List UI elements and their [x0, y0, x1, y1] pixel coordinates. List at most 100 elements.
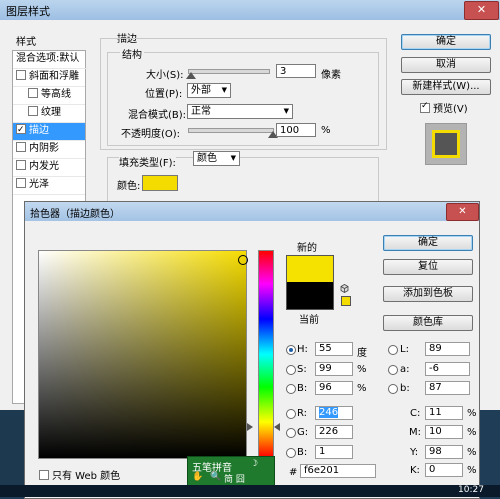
blend-mode-value: 正常 — [191, 106, 211, 117]
style-checkbox[interactable] — [16, 160, 26, 170]
saturation-brightness-field[interactable] — [38, 250, 248, 459]
hex-label: # — [289, 467, 298, 478]
search-icon[interactable]: 🔍 — [210, 472, 221, 482]
current-color-swatch[interactable] — [286, 282, 334, 310]
ok-button[interactable]: 确定 — [383, 235, 473, 251]
hue-slider[interactable] — [258, 250, 274, 458]
reset-button[interactable]: 复位 — [383, 259, 473, 275]
close-button[interactable]: ✕ — [446, 203, 479, 221]
opacity-field[interactable]: 100 — [276, 123, 316, 137]
y-label: Y: — [410, 447, 419, 458]
style-list-item[interactable]: 等高线 — [13, 87, 85, 105]
g-radio[interactable] — [286, 428, 296, 438]
s-radio[interactable] — [286, 365, 296, 375]
hex-field[interactable]: f6e201 — [300, 464, 376, 478]
a-field[interactable]: -6 — [425, 362, 470, 376]
style-list-item-label: 内发光 — [29, 161, 59, 172]
style-list-item-label: 纹理 — [41, 107, 61, 118]
style-list-item[interactable]: 混合选项:默认 — [13, 51, 88, 69]
web-safe-swatch[interactable] — [341, 296, 351, 306]
position-value: 外部 — [191, 85, 211, 96]
opacity-slider[interactable] — [188, 128, 278, 138]
r-field[interactable]: 246 — [315, 406, 353, 420]
blue-radio[interactable] — [286, 448, 296, 458]
l-radio[interactable] — [388, 345, 398, 355]
color-field-cursor[interactable] — [238, 255, 248, 265]
stroke-color-swatch[interactable] — [142, 175, 178, 191]
blend-mode-select[interactable]: 正常 ▼ — [187, 104, 293, 119]
c-field[interactable]: 11 — [425, 406, 463, 420]
lab-b-radio[interactable] — [388, 384, 398, 394]
b-field[interactable]: 96 — [315, 381, 353, 395]
y-field[interactable]: 98 — [425, 445, 463, 459]
b-label: B: — [297, 383, 308, 394]
ok-button[interactable]: 确定 — [401, 34, 491, 50]
style-checkbox[interactable] — [16, 178, 26, 188]
cancel-button[interactable]: 取消 — [401, 57, 491, 73]
web-colors-only-box[interactable] — [39, 470, 49, 480]
s-field[interactable]: 99 — [315, 362, 353, 376]
style-list-item[interactable]: 纹理 — [13, 105, 85, 123]
style-list-item[interactable]: 斜面和浮雕 — [13, 69, 85, 87]
moon-icon[interactable]: ☽ — [250, 459, 258, 469]
preview-checkbox-box[interactable] — [420, 101, 430, 113]
position-select[interactable]: 外部 ▼ — [187, 83, 231, 98]
taskbar-clock: 10:27 — [458, 485, 484, 495]
web-colors-only-checkbox[interactable]: 只有 Web 颜色 — [36, 467, 120, 482]
close-button[interactable]: ✕ — [464, 1, 499, 20]
style-checkbox[interactable] — [28, 106, 38, 116]
color-picker-dialog: 拾色器（描边颜色） ✕ 新的 当前 确定 复位 添加到色板 颜色库 H: 55 … — [24, 201, 480, 499]
r-radio[interactable] — [286, 409, 296, 419]
l-label: L: — [400, 344, 409, 355]
size-slider-thumb[interactable] — [186, 72, 197, 79]
m-field[interactable]: 10 — [425, 425, 463, 439]
size-field[interactable]: 3 — [276, 64, 316, 78]
style-list-item-label: 内阴影 — [29, 143, 59, 154]
style-checkbox[interactable] — [16, 70, 26, 80]
fill-type-select[interactable]: 颜色 ▼ — [193, 151, 240, 166]
out-of-gamut-cube-icon[interactable] — [340, 284, 349, 293]
chevron-down-icon: ▼ — [283, 107, 289, 115]
lab-b-field[interactable]: 87 — [425, 381, 470, 395]
chevron-down-icon: ▼ — [221, 86, 227, 94]
opacity-unit: % — [321, 125, 331, 136]
hand-icon[interactable]: ✋ — [192, 472, 203, 482]
title-bar: 图层样式 ✕ — [0, 0, 500, 20]
title-bar: 拾色器（描边颜色） ✕ — [25, 202, 479, 221]
k-field[interactable]: 0 — [425, 463, 463, 477]
style-list-item-label: 描边 — [29, 125, 49, 136]
ime-mode[interactable]: 简 囧 — [224, 472, 245, 485]
c-unit: % — [467, 408, 477, 419]
preview-checkbox[interactable]: 预览(V) — [417, 100, 468, 115]
style-list-item[interactable]: 内阴影 — [13, 141, 85, 159]
new-color-swatch — [286, 255, 334, 283]
color-libraries-button[interactable]: 颜色库 — [383, 315, 473, 331]
preview-label: 预览(V) — [433, 104, 468, 115]
style-list-item[interactable]: 光泽 — [13, 177, 85, 195]
style-list-item[interactable]: 描边 — [13, 123, 85, 141]
ime-toolbar[interactable]: 五笔拼音 ☽ ✋ 🔍 简 囧 — [187, 456, 275, 487]
blue-field[interactable]: 1 — [315, 445, 353, 459]
k-unit: % — [467, 465, 477, 476]
h-field[interactable]: 55 — [315, 342, 353, 356]
hue-slider-left-arrow[interactable] — [247, 423, 253, 431]
b-radio[interactable] — [286, 384, 296, 394]
l-field[interactable]: 89 — [425, 342, 470, 356]
hue-slider-right-arrow[interactable] — [274, 423, 280, 431]
desktop-background — [0, 410, 24, 485]
color-label: 颜色: — [117, 181, 141, 192]
h-radio[interactable] — [286, 345, 296, 355]
b-unit: % — [357, 383, 367, 394]
style-checkbox[interactable] — [16, 123, 26, 138]
g-field[interactable]: 226 — [315, 425, 353, 439]
lab-b-label: b: — [400, 383, 410, 394]
size-slider[interactable] — [186, 69, 270, 79]
style-checkbox[interactable] — [28, 88, 38, 98]
style-checkbox[interactable] — [16, 142, 26, 152]
add-to-swatches-button[interactable]: 添加到色板 — [383, 286, 473, 302]
blend-mode-label: 混合模式(B): — [128, 110, 187, 121]
style-list-item[interactable]: 内发光 — [13, 159, 85, 177]
a-radio[interactable] — [388, 365, 398, 375]
style-list-item-label: 斜面和浮雕 — [29, 71, 79, 82]
new-style-button[interactable]: 新建样式(W)... — [401, 79, 491, 95]
